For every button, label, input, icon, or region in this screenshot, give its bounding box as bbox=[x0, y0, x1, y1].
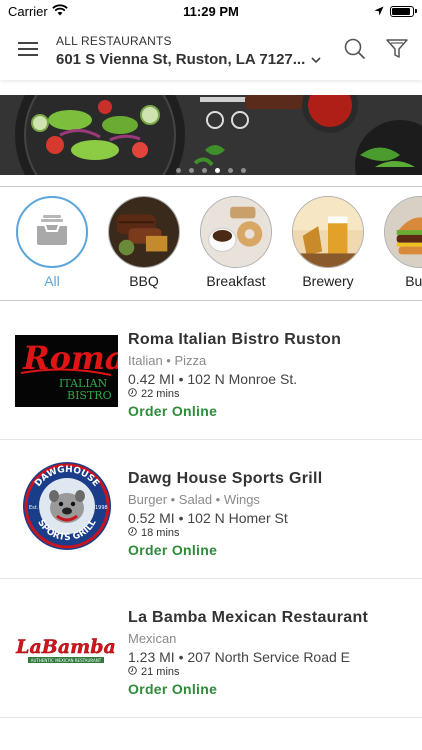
logo-line2: BISTRO bbox=[67, 389, 112, 402]
breakfast-image bbox=[201, 197, 271, 267]
restaurant-cuisine: Mexican bbox=[128, 631, 177, 646]
restaurant-eta-label: 22 mins bbox=[141, 388, 180, 400]
restaurant-name[interactable]: Dawg House Sports Grill bbox=[128, 470, 323, 488]
search-icon[interactable] bbox=[344, 38, 366, 65]
app-header: ALL RESTAURANTS 601 S Vienna St, Ruston,… bbox=[0, 22, 422, 80]
category-strip[interactable]: All BBQ Breakfast Brewery Bu bbox=[0, 196, 422, 292]
category-breakfast-circle[interactable] bbox=[200, 196, 272, 268]
roma-logo: Roma ITALIAN BISTRO bbox=[15, 335, 118, 407]
location-arrow-icon bbox=[374, 4, 384, 19]
restaurant-info: La Bamba Mexican Restaurant Mexican 1.23… bbox=[128, 609, 368, 697]
order-online-link[interactable]: Order Online bbox=[128, 403, 341, 419]
category-brewery-circle[interactable] bbox=[292, 196, 364, 268]
restaurant-distance: 1.23 MI • 207 North Service Road E bbox=[128, 649, 351, 665]
pagination-dot[interactable] bbox=[202, 168, 207, 173]
restaurant-distance: 0.52 MI • 102 N Homer St bbox=[128, 510, 288, 526]
location-selector[interactable]: ALL RESTAURANTS 601 S Vienna St, Ruston,… bbox=[56, 34, 344, 69]
restaurant-logo: Roma ITALIAN BISTRO bbox=[15, 335, 118, 407]
pagination-dot[interactable] bbox=[215, 168, 220, 173]
pagination-dot[interactable] bbox=[189, 168, 194, 173]
clock-icon bbox=[128, 527, 137, 539]
category-label: Breakfast bbox=[206, 273, 266, 289]
logo-year: 1998 bbox=[95, 505, 108, 511]
address-row[interactable]: 601 S Vienna St, Ruston, LA 7127... bbox=[56, 51, 344, 69]
divider bbox=[0, 186, 422, 187]
filter-icon[interactable] bbox=[386, 38, 408, 64]
banner-food-image bbox=[0, 95, 422, 175]
location-kicker: ALL RESTAURANTS bbox=[56, 33, 172, 48]
status-right bbox=[374, 4, 417, 19]
pagination-dot[interactable] bbox=[228, 168, 233, 173]
restaurant-logo: DAWGHOUSE SPORTS GRILL Est. 1998 bbox=[15, 462, 118, 550]
pagination-dot[interactable] bbox=[176, 168, 181, 173]
category-label: Brewery bbox=[302, 273, 354, 289]
bbq-image bbox=[109, 197, 179, 267]
restaurant-eta: 21 mins bbox=[128, 666, 368, 678]
logo-tagline: AUTHENTIC MEXICAN RESTAURANT bbox=[31, 658, 102, 663]
category-label: Burg bbox=[405, 273, 422, 289]
banner-pagination bbox=[0, 168, 422, 173]
restaurant-name[interactable]: La Bamba Mexican Restaurant bbox=[128, 609, 368, 627]
category-bbq-circle[interactable] bbox=[108, 196, 180, 268]
restaurant-eta-label: 21 mins bbox=[141, 666, 180, 678]
labamba-logo: LaBamba AUTHENTIC MEXICAN RESTAURANT bbox=[15, 613, 118, 685]
order-online-link[interactable]: Order Online bbox=[128, 681, 368, 697]
restaurant-row[interactable]: Roma ITALIAN BISTRO Roma Italian Bistro … bbox=[0, 301, 422, 440]
logo-est: Est. bbox=[29, 505, 39, 511]
dawghouse-logo: DAWGHOUSE SPORTS GRILL Est. 1998 bbox=[23, 462, 111, 550]
pagination-dot[interactable] bbox=[241, 168, 246, 173]
carrier-label: Carrier bbox=[8, 3, 48, 19]
status-bar: Carrier 11:29 PM bbox=[0, 0, 422, 22]
wifi-icon bbox=[52, 3, 68, 19]
restaurant-row[interactable]: LaBamba AUTHENTIC MEXICAN RESTAURANT La … bbox=[0, 579, 422, 718]
category-brewery[interactable]: Brewery bbox=[292, 196, 364, 292]
restaurant-cuisine: Italian • Pizza bbox=[128, 353, 207, 368]
clock-icon bbox=[128, 666, 137, 678]
category-breakfast[interactable]: Breakfast bbox=[200, 196, 272, 292]
restaurant-distance: 0.42 MI • 102 N Monroe St. bbox=[128, 371, 298, 387]
status-left: Carrier bbox=[8, 4, 68, 19]
restaurant-name[interactable]: Roma Italian Bistro Ruston bbox=[128, 331, 341, 349]
restaurant-eta-label: 18 mins bbox=[141, 527, 180, 539]
restaurant-info: Dawg House Sports Grill Burger • Salad •… bbox=[128, 470, 323, 558]
burger-image bbox=[385, 197, 422, 267]
category-all[interactable]: All bbox=[16, 196, 88, 292]
restaurant-eta: 18 mins bbox=[128, 527, 323, 539]
hamburger-menu-icon bbox=[18, 41, 38, 61]
status-time: 11:29 PM bbox=[183, 3, 239, 19]
logo-wordmark: LaBamba bbox=[15, 636, 116, 658]
clock-icon bbox=[128, 388, 137, 400]
restaurant-info: Roma Italian Bistro Ruston Italian • Piz… bbox=[128, 331, 341, 419]
battery-fill bbox=[392, 7, 410, 15]
chevron-down-icon bbox=[311, 51, 321, 69]
restaurant-cuisine: Burger • Salad • Wings bbox=[128, 492, 260, 507]
promo-banner[interactable] bbox=[0, 95, 422, 175]
menu-button[interactable] bbox=[0, 22, 56, 80]
category-burger-circle[interactable] bbox=[384, 196, 422, 268]
restaurant-row[interactable]: DAWGHOUSE SPORTS GRILL Est. 1998 Dawg Ho… bbox=[0, 440, 422, 579]
order-online-link[interactable]: Order Online bbox=[128, 542, 323, 558]
battery-icon bbox=[390, 5, 417, 17]
address-label: 601 S Vienna St, Ruston, LA 7127... bbox=[56, 51, 306, 68]
tray-icon bbox=[35, 213, 69, 252]
category-label: All bbox=[44, 273, 60, 289]
brewery-image bbox=[293, 197, 363, 267]
category-bbq[interactable]: BBQ bbox=[108, 196, 180, 292]
restaurant-logo: LaBamba AUTHENTIC MEXICAN RESTAURANT bbox=[15, 613, 118, 685]
category-all-circle[interactable] bbox=[16, 196, 88, 268]
restaurant-eta: 22 mins bbox=[128, 388, 341, 400]
category-label: BBQ bbox=[129, 273, 159, 289]
header-actions bbox=[344, 38, 422, 65]
restaurant-list: Roma ITALIAN BISTRO Roma Italian Bistro … bbox=[0, 301, 422, 718]
category-burger[interactable]: Burg bbox=[384, 196, 422, 292]
